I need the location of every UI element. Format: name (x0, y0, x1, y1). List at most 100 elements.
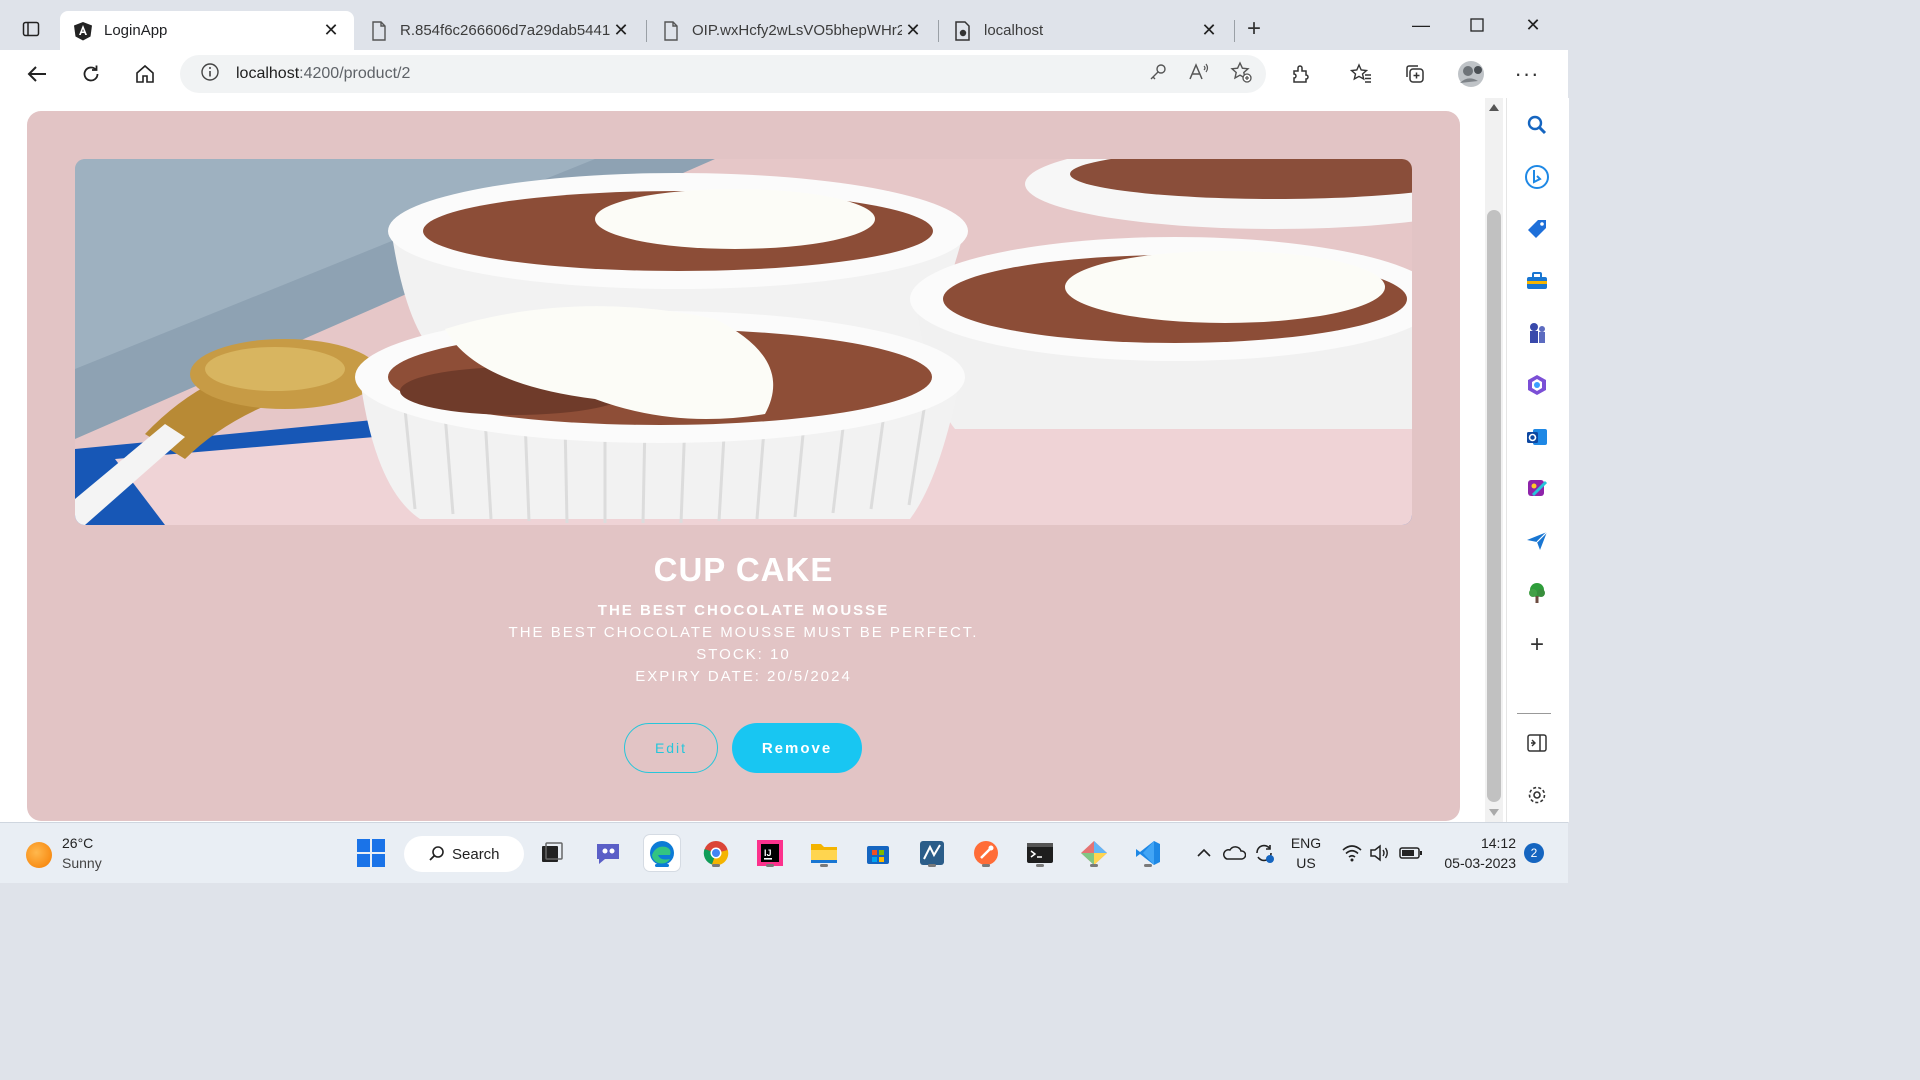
tab-label: LoginApp (104, 22, 168, 39)
close-icon[interactable]: ✕ (1198, 20, 1220, 42)
tab-separator (646, 20, 647, 42)
sun-icon[interactable] (26, 842, 52, 868)
product-stock: STOCK: 10 (696, 646, 791, 663)
task-view-icon[interactable] (534, 835, 570, 871)
tab-localhost[interactable]: localhost ✕ (940, 11, 1232, 50)
favorites-icon[interactable] (1344, 58, 1378, 90)
running-indicator (982, 864, 990, 867)
read-aloud-icon[interactable] (1188, 62, 1210, 87)
tab-separator (938, 20, 939, 42)
tab-strip: LoginApp ✕ R.854f6c266606d7a29dab544115 … (0, 0, 1568, 50)
tab-label: OIP.wxHcfy2wLsVO5bhepWHr2g (692, 22, 902, 39)
tab-label: R.854f6c266606d7a29dab544115 (400, 22, 610, 39)
running-indicator (1144, 864, 1152, 867)
add-favorite-icon[interactable] (1230, 60, 1252, 88)
mysql-workbench-icon[interactable] (914, 835, 950, 871)
scroll-down-arrow-icon[interactable] (1489, 809, 1499, 816)
shopping-tag-icon[interactable] (1522, 214, 1552, 244)
maximize-icon[interactable] (1454, 10, 1500, 40)
file-explorer-icon[interactable] (806, 835, 842, 871)
back-icon[interactable] (20, 58, 54, 90)
collections-icon[interactable] (1398, 58, 1432, 90)
sidebar-search-icon[interactable] (1522, 110, 1552, 140)
running-indicator (766, 864, 774, 867)
notification-badge[interactable]: 2 (1524, 843, 1544, 863)
chevron-up-icon[interactable] (1190, 835, 1218, 871)
close-window-icon[interactable]: ✕ (1510, 10, 1556, 40)
hide-sidebar-icon[interactable] (1522, 728, 1552, 758)
more-icon[interactable]: ··· (1510, 58, 1544, 90)
minimize-icon[interactable]: — (1398, 10, 1444, 40)
tab-label: localhost (984, 22, 1044, 39)
active-indicator (655, 864, 669, 867)
running-indicator (712, 864, 720, 867)
search-label: Search (452, 845, 500, 863)
outlook-icon[interactable] (1522, 422, 1552, 452)
taskbar-search[interactable]: Search (404, 836, 524, 872)
running-indicator (820, 864, 828, 867)
settings-gear-icon[interactable] (1522, 780, 1552, 810)
new-tab-icon[interactable]: + (1237, 13, 1271, 45)
designer-icon[interactable] (1522, 474, 1552, 504)
tree-icon[interactable] (1522, 578, 1552, 608)
sync-icon[interactable] (1250, 835, 1278, 871)
chrome-icon[interactable] (698, 835, 734, 871)
clock-time[interactable]: 14:12 (1430, 835, 1516, 851)
microsoft365-icon[interactable] (1522, 370, 1552, 400)
clock-date[interactable]: 05-03-2023 (1430, 855, 1516, 871)
info-icon[interactable] (200, 62, 220, 87)
store-icon[interactable] (860, 835, 896, 871)
profile-avatar[interactable] (1454, 58, 1488, 90)
scroll-up-arrow-icon[interactable] (1489, 104, 1499, 111)
browser-toolbar: localhost:4200/product/2 ··· (0, 50, 1568, 99)
onedrive-icon[interactable] (1220, 835, 1248, 871)
remove-button[interactable]: Remove (732, 723, 862, 773)
document-icon (368, 20, 390, 42)
terminal-icon[interactable] (1022, 835, 1058, 871)
sidebar-divider (1517, 713, 1551, 714)
wifi-icon[interactable] (1338, 835, 1366, 871)
running-indicator (1036, 864, 1044, 867)
scroll-thumb[interactable] (1487, 210, 1501, 802)
weather-desc: Sunny (62, 855, 102, 871)
address-bar[interactable]: localhost:4200/product/2 (180, 55, 1266, 93)
url-text: localhost:4200/product/2 (236, 65, 410, 83)
angular-icon (72, 20, 94, 42)
edit-button[interactable]: Edit (624, 723, 718, 773)
volume-icon[interactable] (1366, 835, 1394, 871)
product-title: CUP CAKE (653, 551, 834, 588)
edge-app-icon[interactable] (644, 835, 680, 871)
weather-temp: 26°C (62, 835, 94, 851)
vscode-icon[interactable] (1130, 835, 1166, 871)
games-icon[interactable] (1522, 318, 1552, 348)
send-icon[interactable] (1522, 526, 1552, 556)
battery-icon[interactable] (1396, 835, 1426, 871)
key-icon[interactable] (1148, 62, 1168, 87)
page-viewport: CUP CAKE THE BEST CHOCOLATE MOUSSE THE B… (0, 98, 1506, 822)
extensions-icon[interactable] (1284, 58, 1318, 90)
tools-icon[interactable] (1522, 266, 1552, 296)
tab-loginapp[interactable]: LoginApp ✕ (60, 11, 354, 50)
chat-icon[interactable] (590, 835, 626, 871)
refresh-icon[interactable] (74, 58, 108, 90)
snip-tool-icon[interactable] (1076, 835, 1112, 871)
tab-actions-icon[interactable] (14, 13, 48, 45)
windows-taskbar: 26°C Sunny Search IJ ENG US 14:12 05-03-… (0, 822, 1568, 883)
close-icon[interactable]: ✕ (902, 20, 924, 42)
url-path: :4200/product/2 (299, 65, 411, 82)
tab-image-1[interactable]: R.854f6c266606d7a29dab544115 ✕ (356, 11, 644, 50)
home-icon[interactable] (128, 58, 162, 90)
postman-icon[interactable] (968, 835, 1004, 871)
close-icon[interactable]: ✕ (320, 20, 342, 42)
tab-separator (1234, 20, 1235, 42)
lang-bottom[interactable]: US (1288, 855, 1324, 871)
add-sidebar-icon[interactable]: + (1522, 630, 1552, 660)
windows-start-icon[interactable] (353, 835, 389, 871)
scrollbar[interactable] (1485, 98, 1503, 822)
intellij-icon[interactable]: IJ (752, 835, 788, 871)
close-icon[interactable]: ✕ (610, 20, 632, 42)
document-icon (660, 20, 682, 42)
bing-icon[interactable] (1522, 162, 1552, 192)
lang-top[interactable]: ENG (1288, 835, 1324, 851)
tab-image-2[interactable]: OIP.wxHcfy2wLsVO5bhepWHr2g ✕ (648, 11, 936, 50)
